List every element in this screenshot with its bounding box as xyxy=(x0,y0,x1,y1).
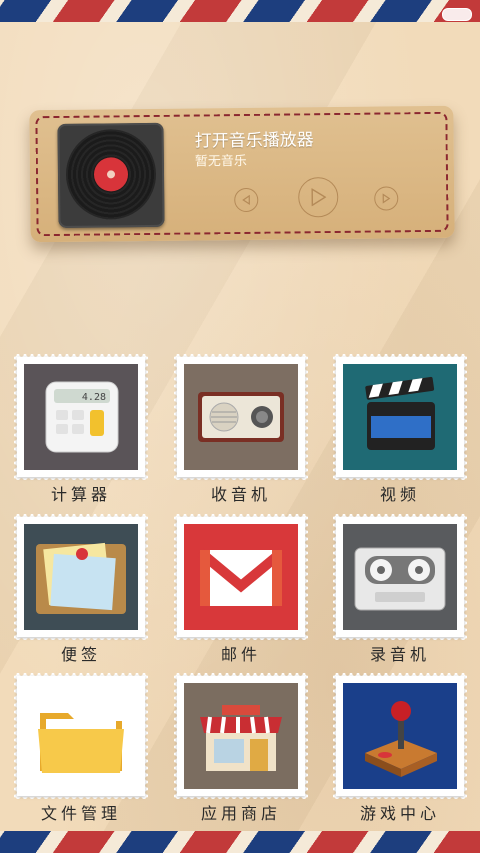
calculator-display: 4.28 xyxy=(82,392,106,403)
video-clapper-icon xyxy=(365,376,435,450)
app-calculator[interactable]: 4.28 计算器 xyxy=(14,354,148,505)
app-radio[interactable]: 收音机 xyxy=(174,354,308,505)
stamp-frame xyxy=(14,673,148,799)
mail-icon xyxy=(196,548,286,606)
app-label: 应用商店 xyxy=(200,804,281,823)
airmail-border-top xyxy=(0,0,480,22)
play-button[interactable] xyxy=(298,176,339,218)
music-subtitle: 暂无音乐 xyxy=(194,153,247,170)
stamp-frame xyxy=(174,514,308,640)
cassette-icon xyxy=(354,547,446,611)
app-label: 游戏中心 xyxy=(359,804,440,823)
store-icon xyxy=(200,705,282,771)
music-widget[interactable]: 打开音乐播放器 暂无音乐 xyxy=(29,105,455,243)
vinyl-disc-icon xyxy=(65,128,157,220)
radio-icon xyxy=(198,392,284,442)
joystick-icon xyxy=(365,701,437,777)
app-label: 邮件 xyxy=(220,645,261,664)
stamp-frame xyxy=(174,354,308,480)
app-label: 录音机 xyxy=(369,645,430,664)
app-video[interactable]: 视频 xyxy=(333,354,467,505)
app-game-center[interactable]: 游戏中心 xyxy=(333,673,467,824)
app-label: 视频 xyxy=(379,485,420,504)
app-label: 便签 xyxy=(60,645,101,664)
battery-icon xyxy=(442,8,472,21)
album-art[interactable] xyxy=(57,122,165,228)
app-recorder[interactable]: 录音机 xyxy=(333,514,467,665)
app-label: 文件管理 xyxy=(40,804,121,823)
app-file-manager[interactable]: 文件管理 xyxy=(14,673,148,824)
airmail-border-bottom xyxy=(0,831,480,853)
app-label: 收音机 xyxy=(210,485,271,504)
app-notes[interactable]: 便签 xyxy=(14,514,148,665)
stamp-frame xyxy=(333,673,467,799)
app-store[interactable]: 应用商店 xyxy=(174,673,308,824)
play-icon xyxy=(311,188,327,207)
folder-icon xyxy=(38,713,124,773)
previous-icon xyxy=(242,194,250,206)
stamp-frame xyxy=(333,514,467,640)
sticky-notes-icon xyxy=(36,542,126,614)
app-mail[interactable]: 邮件 xyxy=(174,514,308,665)
stamp-frame xyxy=(333,354,467,480)
stamp-frame xyxy=(14,514,148,640)
next-icon xyxy=(382,193,391,204)
stamp-frame xyxy=(174,673,308,799)
calculator-icon: 4.28 xyxy=(45,381,119,453)
next-button[interactable] xyxy=(374,186,399,211)
music-title[interactable]: 打开音乐播放器 xyxy=(194,125,314,151)
app-label: 计算器 xyxy=(50,485,111,504)
previous-button[interactable] xyxy=(234,187,259,213)
stamp-frame: 4.28 xyxy=(14,354,148,480)
